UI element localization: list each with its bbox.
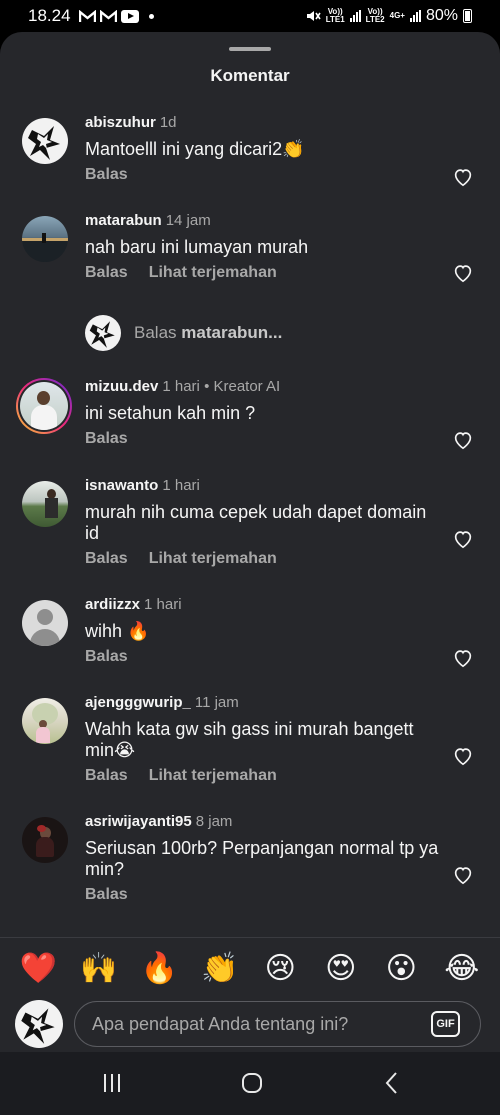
- system-navbar: [0, 1052, 500, 1115]
- avatar[interactable]: [22, 698, 68, 744]
- comment-input-placeholder: Apa pendapat Anda tentang ini?: [92, 1013, 349, 1034]
- comment-time: 11 jam: [194, 694, 239, 711]
- comment-text: nah baru ini lumayan murah: [85, 237, 309, 257]
- like-heart-icon[interactable]: [452, 262, 474, 284]
- comment-time: 1 hari: [162, 378, 200, 395]
- emoji-heart-button[interactable]: ❤️: [18, 951, 58, 986]
- like-heart-icon[interactable]: [452, 647, 474, 669]
- emoji-surprised-button[interactable]: 😮: [381, 951, 421, 986]
- like-heart-icon[interactable]: [452, 745, 474, 767]
- emoji-crying-button[interactable]: 😢: [260, 951, 300, 986]
- reply-button[interactable]: Balas: [85, 648, 128, 666]
- mute-icon: [306, 11, 321, 21]
- avatar-story-ring[interactable]: [16, 378, 72, 434]
- my-avatar: [15, 1000, 63, 1048]
- see-translation-button[interactable]: Lihat terjemahan: [149, 550, 277, 568]
- comment-username[interactable]: ardiizzx: [85, 596, 140, 613]
- reply-button[interactable]: Balas: [85, 264, 128, 282]
- comment-text: Seriusan 100rb? Perpanjangan normal tp y…: [85, 838, 439, 879]
- comment-text: wihh 🔥: [85, 621, 150, 641]
- reply-button[interactable]: Balas: [85, 886, 128, 904]
- like-heart-icon[interactable]: [452, 166, 474, 188]
- reply-button[interactable]: Balas: [85, 430, 128, 448]
- gmail-icon: [78, 9, 96, 22]
- avatar-default[interactable]: [22, 600, 68, 646]
- comment-text: Mantoelll ini yang dicari2👏: [85, 139, 305, 159]
- reply-to-prompt[interactable]: Balas matarabun...: [85, 315, 282, 351]
- clock: 18.24: [28, 6, 71, 25]
- signal-icon: [349, 10, 361, 22]
- comment-text: Wahh kata gw sih gass ini murah bangett …: [85, 719, 414, 760]
- emoji-raised-hands-button[interactable]: 🙌: [79, 951, 119, 986]
- avatar: [85, 315, 121, 351]
- comment-time: 1d: [159, 114, 177, 131]
- see-translation-button[interactable]: Lihat terjemahan: [149, 264, 277, 282]
- status-bar: 18.24 Vo)) LTE1 Vo)) LTE2 4G+ 80%: [0, 0, 500, 32]
- comment-time: 14 jam: [165, 212, 211, 229]
- comment-username[interactable]: abiszuhur: [85, 114, 156, 131]
- avatar[interactable]: [22, 216, 68, 262]
- sim1-label: Vo)) LTE1: [325, 7, 345, 24]
- comment-input[interactable]: Apa pendapat Anda tentang ini? GIF: [74, 1001, 481, 1047]
- emoji-laughing-button[interactable]: 😂: [442, 951, 482, 986]
- home-icon[interactable]: [237, 1070, 267, 1096]
- comments-sheet: Komentar abiszuhur 1d Mantoelll ini yang …: [0, 32, 500, 1052]
- reply-prompt-prefix: Balas: [134, 323, 177, 342]
- reply-prompt-username: matarabun...: [181, 323, 283, 342]
- reply-button[interactable]: Balas: [85, 767, 128, 785]
- creator-badge: • Kreator AI: [204, 378, 281, 395]
- comment-text: murah nih cuma cepek udah dapet domain i…: [85, 502, 427, 543]
- comment-composer: Apa pendapat Anda tentang ini? GIF: [0, 999, 500, 1052]
- comment-text: ini setahun kah min ?: [85, 403, 256, 423]
- like-heart-icon[interactable]: [452, 528, 474, 550]
- gmail-icon: [99, 9, 117, 22]
- like-heart-icon[interactable]: [452, 429, 474, 451]
- see-translation-button[interactable]: Lihat terjemahan: [149, 767, 277, 785]
- comment-time: 1 hari: [162, 477, 200, 494]
- avatar[interactable]: [22, 817, 68, 863]
- gif-button[interactable]: GIF: [431, 1011, 460, 1037]
- comment-username[interactable]: matarabun: [85, 212, 162, 229]
- battery-icon: [463, 9, 472, 23]
- recent-apps-icon[interactable]: [97, 1070, 127, 1096]
- avatar[interactable]: [22, 481, 68, 527]
- comment-username[interactable]: mizuu.dev: [85, 378, 158, 395]
- sheet-title: Komentar: [210, 66, 290, 85]
- youtube-icon: [120, 9, 139, 23]
- sim2-label: Vo)) LTE2: [365, 7, 385, 24]
- emoji-clap-button[interactable]: 👏: [200, 951, 240, 986]
- battery-percent: 80%: [425, 7, 458, 24]
- signal-icon: [409, 10, 421, 22]
- comment-username[interactable]: isnawanto: [85, 477, 158, 494]
- emoji-fire-button[interactable]: 🔥: [139, 951, 179, 986]
- comment-time: 8 jam: [195, 813, 233, 830]
- reply-button[interactable]: Balas: [85, 166, 128, 184]
- like-heart-icon[interactable]: [452, 864, 474, 886]
- reply-button[interactable]: Balas: [85, 550, 128, 568]
- emoji-quick-bar: ❤️ 🙌 🔥 👏 😢 😍 😮 😂: [0, 937, 500, 999]
- notification-dot-icon: [148, 13, 154, 19]
- avatar[interactable]: [22, 118, 68, 164]
- comment-username[interactable]: ajengggwurip_: [85, 694, 191, 711]
- emoji-heart-eyes-button[interactable]: 😍: [321, 951, 361, 986]
- network-type-label: 4G+: [389, 11, 405, 20]
- comment-username[interactable]: asriwijayanti95: [85, 813, 192, 830]
- back-icon[interactable]: [377, 1070, 407, 1096]
- drag-handle[interactable]: [229, 47, 271, 51]
- comment-time: 1 hari: [144, 596, 182, 613]
